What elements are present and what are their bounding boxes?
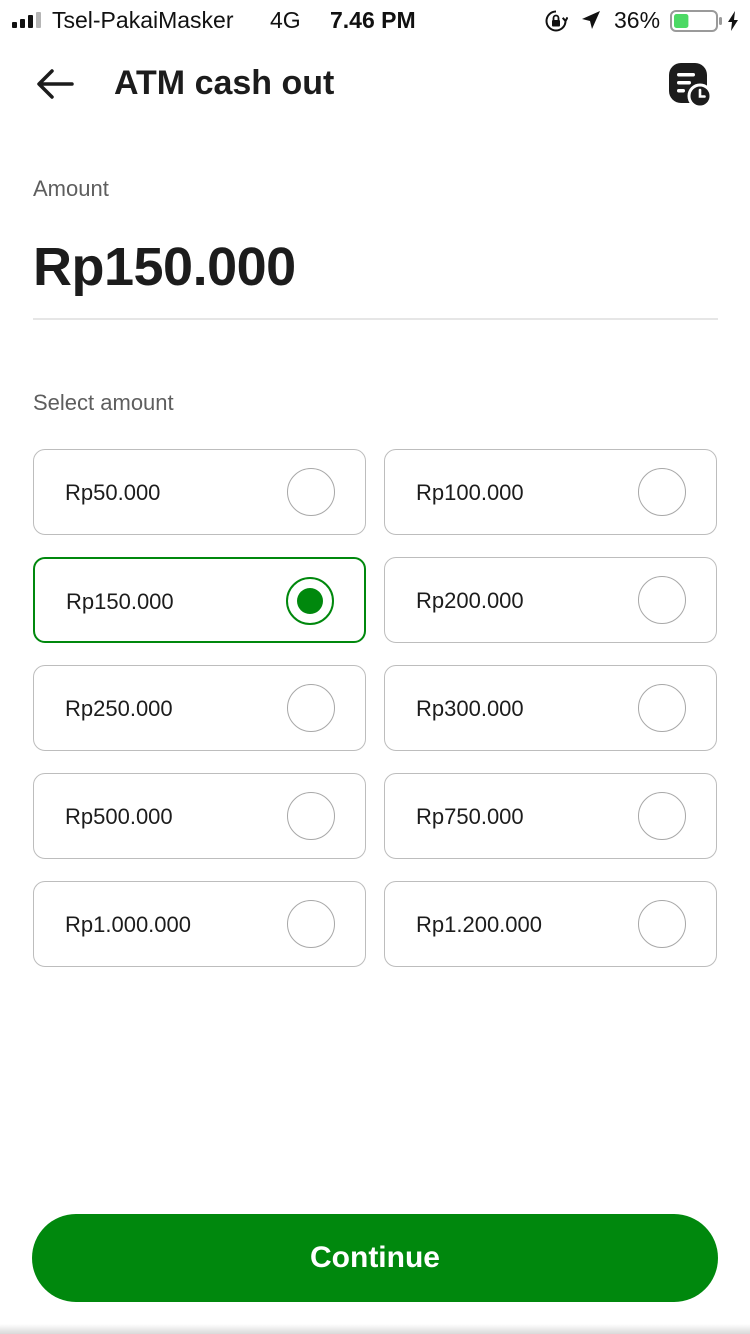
back-button[interactable] [30, 62, 82, 106]
amount-option[interactable]: Rp50.000 [33, 449, 366, 535]
radio-button[interactable] [638, 576, 686, 624]
amount-option-label: Rp50.000 [65, 480, 161, 505]
carrier-name: Tsel-PakaiMasker [52, 7, 234, 33]
location-icon [582, 11, 600, 29]
radio-button[interactable] [287, 468, 335, 516]
amount-option-label: Rp200.000 [416, 588, 524, 613]
amount-option-label: Rp150.000 [66, 589, 174, 614]
amount-option[interactable]: Rp300.000 [384, 665, 717, 751]
amount-option[interactable]: Rp250.000 [33, 665, 366, 751]
transaction-history-icon [669, 63, 713, 109]
clock: 7.46 PM [330, 7, 416, 33]
select-amount-label: Select amount [33, 390, 174, 415]
radio-button[interactable] [638, 792, 686, 840]
page-title: ATM cash out [114, 64, 335, 102]
radio-button[interactable] [638, 468, 686, 516]
radio-button[interactable] [638, 900, 686, 948]
battery-percent: 36% [614, 7, 661, 33]
amount-options-grid: Rp50.000 Rp100.000 Rp150.000 Rp200.000 R… [33, 449, 718, 967]
amount-option[interactable]: Rp150.000 [33, 557, 366, 643]
amount-input[interactable]: Rp150.000 [33, 236, 296, 298]
network-type: 4G [270, 7, 301, 33]
bottom-shade [0, 1324, 750, 1334]
amount-option-label: Rp1.200.000 [416, 912, 542, 937]
charging-bolt-icon [728, 11, 738, 31]
radio-button[interactable] [286, 577, 334, 625]
amount-label: Amount [33, 176, 109, 201]
radio-button[interactable] [287, 792, 335, 840]
radio-button[interactable] [638, 684, 686, 732]
amount-option-label: Rp750.000 [416, 804, 524, 829]
orientation-lock-icon [545, 10, 568, 32]
amount-option[interactable]: Rp100.000 [384, 449, 717, 535]
amount-option-label: Rp1.000.000 [65, 912, 191, 937]
status-bar: Tsel-PakaiMasker 4G 7.46 PM 36% [0, 0, 750, 40]
amount-option[interactable]: Rp1.000.000 [33, 881, 366, 967]
amount-option[interactable]: Rp1.200.000 [384, 881, 717, 967]
radio-button[interactable] [287, 684, 335, 732]
amount-option-label: Rp250.000 [65, 696, 173, 721]
radio-button[interactable] [287, 900, 335, 948]
radio-dot [297, 588, 323, 614]
continue-button[interactable]: Continue [32, 1214, 718, 1302]
amount-divider [33, 318, 718, 320]
amount-option-label: Rp100.000 [416, 480, 524, 505]
transaction-history-button[interactable] [664, 60, 716, 112]
amount-option[interactable]: Rp750.000 [384, 773, 717, 859]
amount-option[interactable]: Rp200.000 [384, 557, 717, 643]
arrow-left-icon [37, 69, 74, 99]
battery-icon [670, 10, 722, 32]
amount-option[interactable]: Rp500.000 [33, 773, 366, 859]
amount-option-label: Rp300.000 [416, 696, 524, 721]
signal-icon [12, 12, 41, 28]
amount-option-label: Rp500.000 [65, 804, 173, 829]
